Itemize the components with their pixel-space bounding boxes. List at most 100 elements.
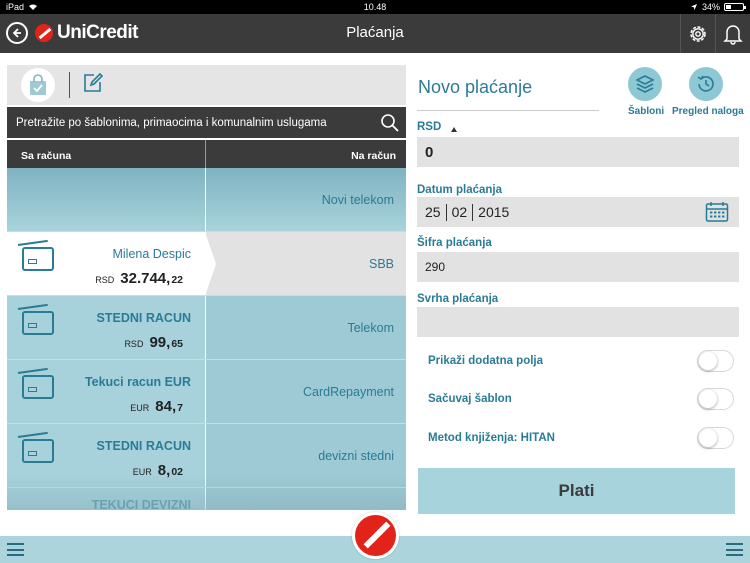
settings-button[interactable]: [680, 14, 715, 53]
balance-decimals: 65: [171, 338, 183, 350]
balance-main: 32.744,: [120, 270, 171, 287]
balance-decimals: 22: [171, 274, 183, 286]
form-title: Novo plaćanje: [418, 77, 533, 97]
balance-main: 8,: [157, 462, 171, 479]
balance-currency: EUR: [132, 467, 152, 477]
balance-main: 99,: [149, 334, 171, 351]
date-month[interactable]: 02: [452, 204, 468, 220]
extra-fields-row: Prikaži dodatna polja: [428, 348, 734, 374]
caret-up-icon: [451, 127, 458, 132]
battery-percent: 34%: [701, 2, 720, 12]
table-row[interactable]: Milena Despic RSD 32.744, 22 SBB: [7, 232, 406, 296]
search-bar[interactable]: Pretražite po šablonima, primaocima i ko…: [7, 107, 406, 138]
recipient-cell[interactable]: Novi telekom: [206, 168, 406, 231]
account-balance: EUR 84, 7: [130, 398, 183, 415]
from-account-cell[interactable]: [7, 168, 206, 231]
from-account-cell[interactable]: Tekuci racun EUR EUR 84, 7: [7, 360, 206, 423]
from-account-cell[interactable]: TEKUCI DEVIZNI: [7, 488, 206, 510]
home-button[interactable]: [352, 512, 399, 559]
balance-decimals: 7: [177, 402, 183, 414]
booking-method-toggle[interactable]: [697, 427, 734, 449]
recipient-cell[interactable]: SBB: [206, 232, 406, 295]
recipient-cell[interactable]: [206, 488, 406, 510]
save-template-row: Sačuvaj šablon: [428, 386, 734, 412]
shopping-bag-button[interactable]: [21, 68, 55, 102]
battery-icon: [724, 3, 746, 11]
table-header: Sa računa Na račun: [7, 140, 406, 168]
templates-icon: [635, 75, 655, 93]
balance-currency: RSD: [124, 339, 144, 349]
account-name: Tekuci racun EUR: [84, 375, 191, 389]
from-account-cell[interactable]: STEDNI RACUN EUR 8, 02: [7, 424, 206, 487]
balance-currency: EUR: [130, 403, 150, 413]
search-icon[interactable]: [380, 113, 400, 133]
card-icon: [22, 439, 54, 463]
extra-fields-toggle[interactable]: [697, 350, 734, 372]
recipient-cell[interactable]: CardRepayment: [206, 360, 406, 423]
account-balance: RSD 99, 65: [124, 334, 183, 351]
status-bar: iPad 10.48 34%: [0, 0, 750, 14]
code-field[interactable]: 290: [417, 252, 739, 282]
from-account-cell[interactable]: STEDNI RACUN RSD 99, 65: [7, 296, 206, 359]
shopping-bag-icon: [30, 74, 46, 95]
amount-field[interactable]: 0: [417, 137, 739, 167]
calendar-icon[interactable]: [705, 201, 729, 223]
templates-label[interactable]: Šabloni: [628, 106, 664, 117]
card-icon: [22, 375, 54, 399]
account-name: TEKUCI DEVIZNI: [91, 498, 191, 510]
search-input[interactable]: Pretražite po šablonima, primaocima i ko…: [16, 117, 380, 129]
table-row[interactable]: TEKUCI DEVIZNI: [7, 488, 406, 510]
table-row[interactable]: Novi telekom: [7, 168, 406, 232]
table-row[interactable]: STEDNI RACUN RSD 99, 65 Telekom: [7, 296, 406, 360]
account-name: STEDNI RACUN: [96, 311, 191, 325]
table-row[interactable]: STEDNI RACUN EUR 8, 02 devizni stedni: [7, 424, 406, 488]
templates-button[interactable]: [628, 67, 662, 101]
menu-icon[interactable]: [7, 543, 24, 556]
extra-fields-label: Prikaži dodatna polja: [428, 355, 544, 367]
account-name: STEDNI RACUN: [96, 439, 191, 453]
toolbar: [7, 65, 406, 105]
toolbar-divider: [69, 72, 70, 98]
booking-method-row: Metod knjiženja: HITAN: [428, 425, 734, 451]
save-template-label: Sačuvaj šablon: [428, 393, 512, 405]
page-title: Plaćanja: [346, 24, 404, 41]
history-button[interactable]: [689, 67, 723, 101]
column-to: Na račun: [351, 150, 396, 162]
date-field[interactable]: 25 02 2015: [417, 197, 739, 227]
purpose-field[interactable]: [417, 307, 739, 337]
recipient-cell[interactable]: devizni stedni: [206, 424, 406, 487]
wifi-icon: [29, 4, 38, 10]
app-header: UniCredit Plaćanja: [0, 14, 750, 53]
card-icon: [22, 247, 54, 271]
history-icon: [697, 75, 714, 92]
notifications-button[interactable]: [715, 14, 750, 53]
date-year[interactable]: 2015: [478, 204, 509, 220]
pay-button[interactable]: Plati: [418, 468, 735, 514]
column-from: Sa računa: [7, 140, 206, 168]
save-template-toggle[interactable]: [697, 388, 734, 410]
currency-select[interactable]: RSD: [417, 121, 458, 133]
device-name: iPad: [6, 2, 25, 12]
accounts-panel: Pretražite po šablonima, primaocima i ko…: [7, 65, 406, 510]
recipient-cell[interactable]: Telekom: [206, 296, 406, 359]
bell-icon: [723, 24, 743, 45]
date-label: Datum plaćanja: [417, 184, 502, 196]
location-icon: [690, 4, 697, 10]
purpose-label: Svrha plaćanja: [417, 293, 499, 305]
account-balance: EUR 8, 02: [133, 462, 183, 479]
currency-value[interactable]: RSD: [417, 121, 441, 133]
table-row[interactable]: Tekuci racun EUR EUR 84, 7 CardRepayment: [7, 360, 406, 424]
status-time: 10.48: [363, 2, 387, 12]
date-day[interactable]: 25: [425, 204, 441, 220]
card-icon: [22, 311, 54, 335]
title-divider: [417, 110, 599, 111]
date-separator: [472, 203, 474, 221]
unicredit-logo-icon: [355, 515, 396, 556]
from-account-cell[interactable]: Milena Despic RSD 32.744, 22: [7, 232, 216, 296]
edit-button[interactable]: [82, 72, 104, 99]
balance-main: 84,: [155, 398, 177, 415]
date-separator: [445, 203, 447, 221]
menu-icon[interactable]: [726, 543, 743, 556]
history-label[interactable]: Pregled naloga: [672, 106, 744, 117]
gear-icon: [690, 25, 706, 42]
